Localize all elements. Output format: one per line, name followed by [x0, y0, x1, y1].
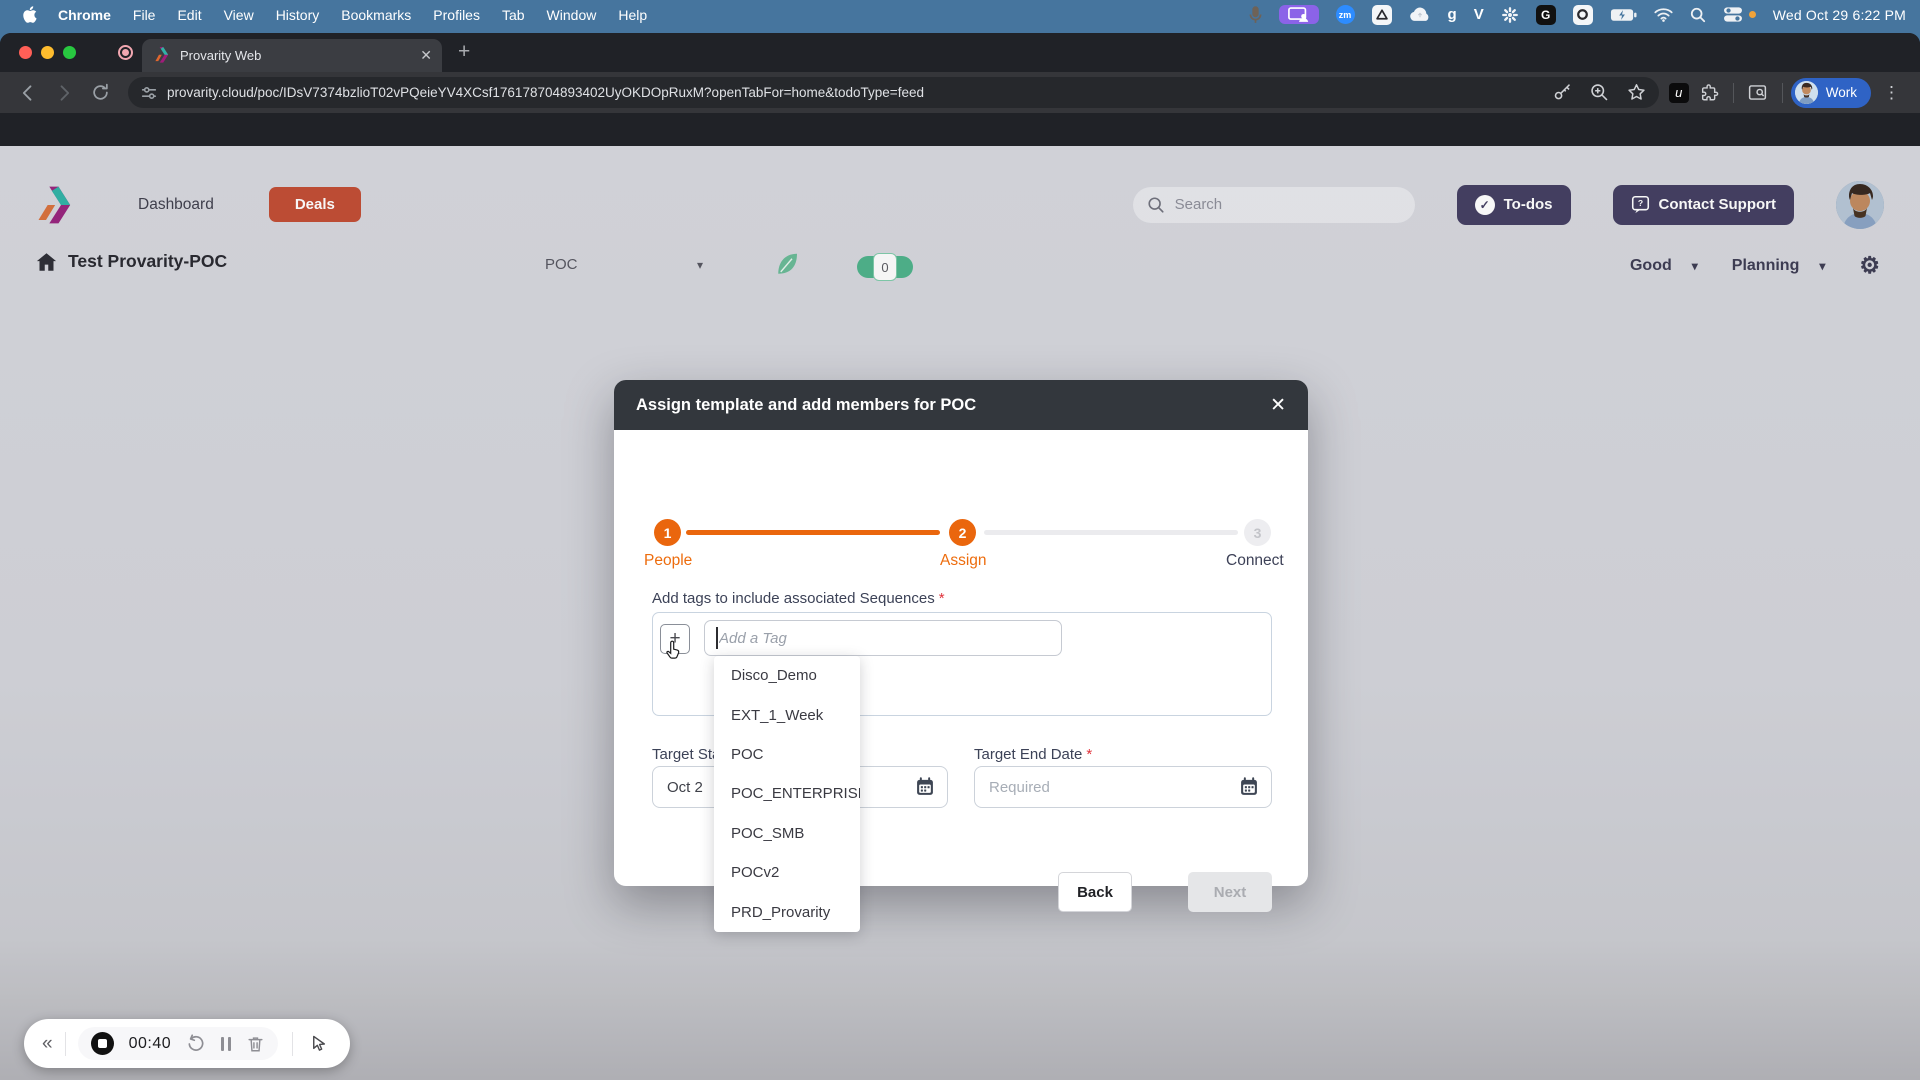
modal-close-icon[interactable]: ✕: [1270, 394, 1286, 417]
v-app-status-icon[interactable]: V: [1474, 6, 1484, 23]
menu-file[interactable]: File: [122, 7, 167, 23]
profile-chip[interactable]: Work: [1791, 78, 1871, 108]
browser-window: Provarity Web ✕ + provarity.cloud/poc/ID…: [0, 33, 1920, 1080]
settings-flower-icon[interactable]: [1501, 6, 1519, 24]
ublock-extension-icon[interactable]: u: [1669, 83, 1689, 103]
side-panel-search-icon[interactable]: [1742, 77, 1774, 109]
menu-help[interactable]: Help: [607, 7, 658, 23]
cloud-status-icon[interactable]: [1409, 7, 1431, 22]
restart-recording-icon[interactable]: [186, 1034, 206, 1054]
control-center-icon[interactable]: [1723, 6, 1743, 23]
macos-menu-bar: Chrome File Edit View History Bookmarks …: [0, 0, 1920, 29]
stepper-line-2: [984, 530, 1238, 535]
ring-app-icon[interactable]: [1573, 5, 1593, 25]
page-content: Dashboard Deals ✓ To-dos ? Contact Suppo…: [0, 146, 1920, 1080]
grammarly-status-icon[interactable]: g: [1448, 6, 1457, 23]
site-info-icon[interactable]: [140, 84, 158, 102]
battery-status-icon: [1610, 8, 1637, 22]
next-button[interactable]: Next: [1188, 872, 1272, 912]
new-tab-button[interactable]: +: [458, 40, 470, 64]
tag-option[interactable]: PRD_Provarity: [714, 893, 860, 932]
profile-avatar: [1795, 81, 1818, 104]
recording-timer: 00:40: [129, 1035, 172, 1053]
assign-template-modal: Assign template and add members for POC …: [614, 380, 1308, 886]
tag-input[interactable]: [704, 620, 1062, 656]
tab-close-icon[interactable]: ✕: [420, 47, 432, 64]
browser-tab[interactable]: Provarity Web ✕: [142, 39, 442, 72]
zoom-window-button[interactable]: [63, 46, 76, 59]
extensions-puzzle-icon[interactable]: [1693, 77, 1725, 109]
tag-option[interactable]: Disco_Demo: [714, 656, 860, 695]
calendar-icon[interactable]: [1239, 777, 1259, 797]
tag-option[interactable]: EXT_1_Week: [714, 695, 860, 734]
stepper-line-1: [686, 530, 940, 535]
mouse-pointer-cursor-icon: [666, 640, 683, 660]
url-text[interactable]: provarity.cloud/poc/IDsV7374bzlioT02vPQe…: [167, 85, 1544, 100]
text-caret: [716, 627, 718, 649]
menu-edit[interactable]: Edit: [166, 7, 212, 23]
back-button[interactable]: Back: [1058, 872, 1132, 912]
logi-g-app-icon[interactable]: G: [1536, 5, 1556, 25]
zoom-page-icon[interactable]: [1589, 82, 1610, 103]
step-3-label: Connect: [1226, 552, 1284, 570]
tab-strip: Provarity Web ✕ +: [0, 33, 1920, 72]
menu-window[interactable]: Window: [536, 7, 608, 23]
browser-toolbar: provarity.cloud/poc/IDsV7374bzlioT02vPQe…: [0, 72, 1920, 113]
menu-profiles[interactable]: Profiles: [422, 7, 491, 23]
window-controls: [19, 46, 76, 59]
screen-recorder-toolbar: « 00:40: [24, 1019, 350, 1068]
microphone-status-icon[interactable]: [1249, 6, 1262, 24]
screen-share-icon[interactable]: [1279, 5, 1319, 24]
step-2-circle: 2: [949, 519, 976, 546]
tab-title: Provarity Web: [180, 48, 420, 63]
forward-button[interactable]: [48, 77, 80, 109]
browser-menu-kebab-icon[interactable]: ⋮: [1875, 83, 1908, 103]
spotlight-search-icon[interactable]: [1690, 7, 1706, 23]
tag-option[interactable]: POC_SMB: [714, 814, 860, 853]
modal-title: Assign template and add members for POC: [636, 396, 976, 415]
required-asterisk: *: [939, 590, 945, 607]
modal-body: 1 2 3 People Assign Connect Add tags to …: [614, 430, 1308, 886]
step-1-label: People: [644, 552, 692, 570]
apple-menu-icon[interactable]: [22, 6, 37, 23]
triangle-app-icon[interactable]: [1372, 5, 1392, 25]
address-bar[interactable]: provarity.cloud/poc/IDsV7374bzlioT02vPQe…: [128, 77, 1659, 108]
back-button[interactable]: [12, 77, 44, 109]
zoom-app-icon[interactable]: zm: [1336, 5, 1355, 24]
tab-recording-indicator-icon: [118, 45, 133, 60]
menu-view[interactable]: View: [213, 7, 265, 23]
tag-option[interactable]: POC: [714, 735, 860, 774]
end-date-field[interactable]: Required: [974, 766, 1272, 808]
step-1-circle: 1: [654, 519, 681, 546]
step-2-label: Assign: [940, 552, 987, 570]
profile-label: Work: [1826, 85, 1857, 100]
tag-option[interactable]: POCv2: [714, 853, 860, 892]
tags-field-label: Add tags to include associated Sequences…: [652, 590, 945, 607]
bookmark-star-icon[interactable]: [1626, 82, 1647, 103]
menu-tab[interactable]: Tab: [491, 7, 536, 23]
calendar-icon[interactable]: [915, 777, 935, 797]
wifi-status-icon[interactable]: [1654, 7, 1673, 22]
modal-header: Assign template and add members for POC …: [614, 380, 1308, 430]
menu-chrome[interactable]: Chrome: [47, 7, 122, 23]
minimize-window-button[interactable]: [41, 46, 54, 59]
cursor-tool-icon[interactable]: [309, 1034, 328, 1054]
tab-favicon: [154, 47, 171, 64]
delete-recording-icon[interactable]: [246, 1034, 265, 1054]
collapse-toolbar-button[interactable]: «: [42, 1033, 53, 1055]
menu-bar-clock[interactable]: Wed Oct 29 6:22 PM: [1773, 7, 1906, 23]
tag-option[interactable]: POC_ENTERPRISE: [714, 774, 860, 813]
reload-button[interactable]: [84, 77, 116, 109]
notification-dot: [1749, 11, 1756, 18]
password-key-icon[interactable]: [1552, 82, 1573, 103]
pause-recording-icon[interactable]: [221, 1037, 231, 1051]
close-window-button[interactable]: [19, 46, 32, 59]
menu-history[interactable]: History: [265, 7, 331, 23]
end-date-label: Target End Date*: [974, 746, 1092, 763]
step-3-circle: 3: [1244, 519, 1271, 546]
tag-options-dropdown: Disco_Demo EXT_1_Week POC POC_ENTERPRISE…: [714, 656, 860, 932]
stop-recording-button[interactable]: [91, 1032, 114, 1055]
menu-bookmarks[interactable]: Bookmarks: [330, 7, 422, 23]
